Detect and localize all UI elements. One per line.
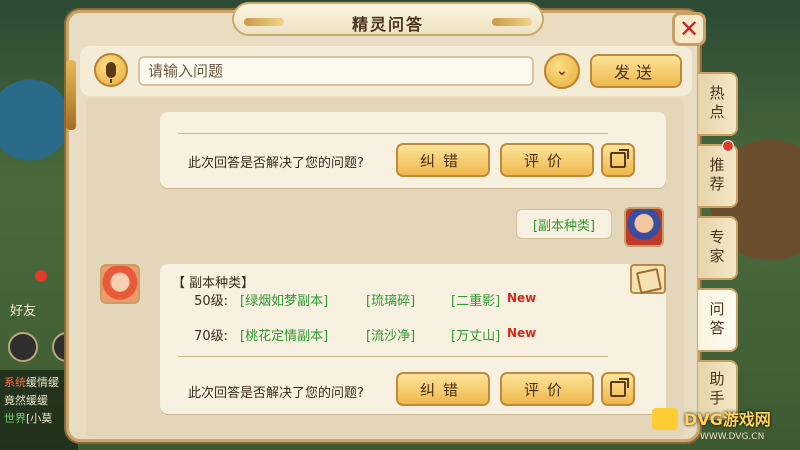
recommend-badge — [722, 140, 734, 152]
share-button[interactable] — [601, 372, 635, 406]
chat-bubble-button[interactable] — [8, 332, 38, 362]
rate-button[interactable]: 评价 — [500, 372, 594, 406]
close-button[interactable]: ✕ — [672, 12, 706, 46]
microphone-icon — [106, 62, 116, 83]
feedback-question: 此次回答是否解决了您的问题? — [188, 156, 364, 171]
dungeon-link[interactable]: [琉璃碎] — [366, 290, 415, 309]
tab-recommend[interactable]: 推荐 — [698, 144, 738, 208]
npc-avatar — [100, 264, 140, 304]
dungeon-link[interactable]: [桃花定情副本] — [240, 325, 328, 344]
correct-button[interactable]: 纠错 — [396, 143, 490, 177]
dungeon-link[interactable]: [流沙净] — [366, 325, 415, 344]
answer-title: 【 副本种类】 — [172, 276, 255, 291]
card-divider — [178, 133, 608, 134]
share-button[interactable] — [601, 143, 635, 177]
voice-input-button[interactable] — [94, 53, 128, 87]
friend-notification-dot — [35, 270, 47, 282]
chat-line-text: 竟然缓缓 — [4, 394, 48, 407]
dungeon-link[interactable]: [二重影] — [451, 290, 500, 309]
tab-hot[interactable]: 热点 — [698, 72, 738, 136]
question-input[interactable] — [138, 56, 534, 86]
dungeon-link[interactable]: [绿烟如梦副本] — [240, 290, 328, 309]
user-message-bubble[interactable]: [副本种类] — [516, 209, 612, 239]
chat-line-text: [小莫 — [26, 412, 53, 425]
correct-button[interactable]: 纠错 — [396, 372, 490, 406]
book-icon[interactable] — [630, 264, 666, 294]
chat-channel-tag: 世界 — [4, 412, 26, 425]
new-tag: New — [507, 291, 537, 305]
title-ornament — [492, 18, 532, 26]
tab-expert[interactable]: 专家 — [698, 216, 738, 280]
level-label: 70级: — [194, 329, 228, 344]
card-divider — [178, 356, 608, 357]
watermark-logo-icon — [652, 408, 678, 430]
tassel-decoration — [66, 60, 76, 130]
share-icon — [610, 378, 629, 397]
level-label: 50级: — [194, 294, 228, 309]
chat-channel-tag: 系统 — [4, 376, 26, 389]
tab-qa[interactable]: 问答 — [698, 288, 738, 352]
send-button[interactable]: 发送 — [590, 54, 682, 88]
rate-button[interactable]: 评价 — [500, 143, 594, 177]
dialog-title-bar: 精灵问答 — [232, 2, 544, 36]
watermark-url: WWW.DVG.CN — [700, 432, 765, 442]
new-tag: New — [507, 326, 537, 340]
feedback-question: 此次回答是否解决了您的问题? — [188, 386, 364, 401]
chat-line-text: 缓情缓 — [26, 376, 59, 389]
close-icon: ✕ — [678, 15, 700, 43]
share-icon — [610, 149, 629, 168]
dungeon-link[interactable]: [万丈山] — [451, 325, 500, 344]
friend-label[interactable]: 好友 — [10, 300, 36, 319]
watermark-brand: DVG游戏网 — [684, 410, 771, 429]
history-dropdown-button[interactable]: ⌄ — [544, 53, 580, 89]
chevron-down-icon: ⌄ — [556, 63, 568, 79]
user-avatar — [624, 207, 664, 247]
